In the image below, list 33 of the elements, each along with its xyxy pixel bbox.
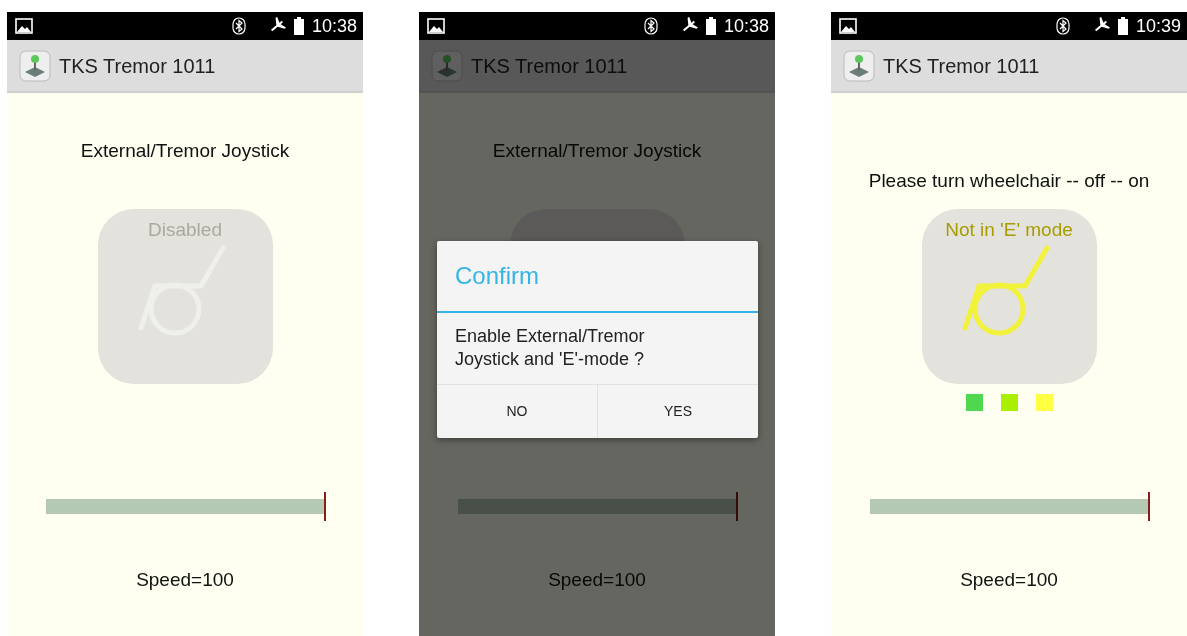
heading-text: External/Tremor Joystick [80,138,290,163]
status-time: 10:39 [1135,17,1181,35]
slider-thumb[interactable] [735,492,738,521]
status-time: 10:38 [723,17,769,35]
status-time: 10:38 [311,17,357,35]
app-title: TKS Tremor 1011 [59,53,216,79]
speed-label: Speed=100 [548,568,646,592]
battery-icon [293,17,304,35]
bluetooth-icon [1055,17,1070,35]
tile-status-label: Disabled [148,219,222,242]
dialog-message: Enable External/Tremor Joystick and 'E'-mode ? [454,325,646,372]
joystick-app-icon [843,49,875,82]
dialog-button[interactable]: NO [437,384,597,438]
slider-thumb[interactable] [1147,492,1150,521]
battery-icon [705,17,716,35]
dialog-title: Confirm [437,241,758,313]
speed-label: Speed=100 [960,568,1058,592]
bluetooth-icon [231,17,246,35]
bluetooth-icon [643,17,658,35]
tile-status-label: Not in 'E' mode [945,219,1073,242]
picture-icon [839,18,857,34]
picture-icon [427,18,445,34]
speed-label: Speed=100 [136,568,234,592]
app-title: TKS Tremor 1011 [883,53,1040,79]
battery-icon [1117,17,1128,35]
heading-text: Please turn wheelchair -- off -- on [868,168,1150,193]
heading-text: External/Tremor Joystick [492,138,702,163]
slider-thumb[interactable] [323,492,326,521]
app-title: TKS Tremor 1011 [471,53,628,79]
dialog-button[interactable]: YES [597,384,758,438]
joystick-app-icon [19,49,51,82]
joystick-app-icon [431,49,463,82]
picture-icon [15,18,33,34]
